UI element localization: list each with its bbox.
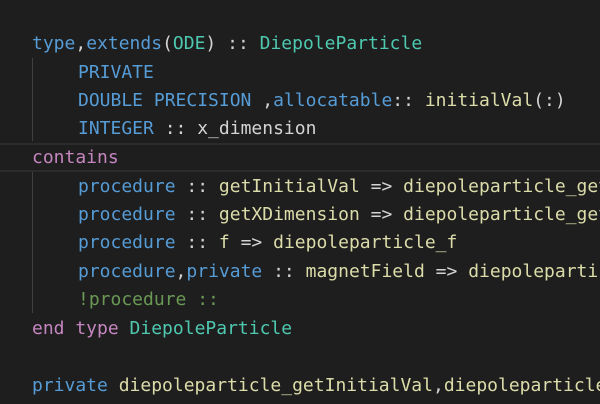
keyword-token: private: [32, 375, 108, 396]
type-token: DiepoleParticle: [129, 318, 293, 339]
keyword-token: procedure: [78, 232, 176, 253]
keyword-token: end type: [32, 318, 119, 339]
punctuation-token: (:): [533, 90, 566, 111]
punctuation-token: ,: [432, 375, 444, 396]
punctuation-token: (: [162, 33, 173, 54]
identifier-token: diepoleparticle_f: [273, 232, 458, 253]
code-text: procedure :: getInitialVal => diepolepar…: [78, 172, 600, 201]
punctuation-token: ,: [175, 261, 187, 282]
identifier-token: initialVal: [424, 90, 534, 111]
punctuation-token: ::: [175, 204, 219, 225]
punctuation-token: ,: [75, 33, 87, 54]
keyword-token: INTEGER: [78, 118, 154, 139]
punctuation-token: =>: [359, 176, 404, 197]
code-line-procedure-f[interactable]: procedure :: f => diepoleparticle_f: [0, 228, 600, 257]
code-line-empty[interactable]: [0, 342, 600, 371]
code-line-procedure-getxdimension[interactable]: procedure :: getXDimension => diepolepar…: [0, 200, 600, 229]
code-text: end type DiepoleParticle: [32, 314, 292, 343]
code-line-end-type[interactable]: end type DiepoleParticle: [0, 314, 600, 343]
code-text: private diepoleparticle_getInitialVal,di…: [32, 371, 600, 400]
punctuation-token: ::: [392, 90, 425, 111]
punctuation-token: ::: [216, 33, 260, 54]
keyword-token: procedure: [78, 204, 176, 225]
punctuation-token: ::: [153, 118, 198, 139]
code-line-initialval[interactable]: DOUBLE PRECISION ,allocatable:: initialV…: [0, 86, 600, 115]
keyword-token: DOUBLE PRECISION: [78, 90, 252, 111]
identifier-token: getInitialVal: [218, 176, 360, 197]
punctuation-token: ): [205, 33, 217, 54]
code-text: type,extends(ODE) :: DiepoleParticle: [32, 29, 422, 58]
code-text: contains: [32, 145, 119, 170]
punctuation-token: ::: [175, 232, 219, 253]
keyword-token: procedure: [78, 176, 176, 197]
keyword-token: PRIVATE: [78, 62, 154, 83]
identifier-token: diepoleparticle_getInitialVal: [403, 176, 600, 197]
punctuation-token: =>: [229, 232, 274, 253]
punctuation-token: ::: [262, 261, 306, 282]
keyword-token: type: [32, 33, 76, 54]
code-line-comment[interactable]: !procedure ::: [0, 285, 600, 314]
identifier-token: diepoleparticle_getInitialVal: [118, 375, 433, 396]
code-text: PRIVATE: [78, 58, 154, 87]
code-text: procedure :: getXDimension => diepolepar…: [78, 200, 600, 229]
punctuation-token: ::: [175, 176, 219, 197]
identifier-token: f: [218, 232, 230, 253]
identifier-token: diepoleparticle_getXDimension: [443, 375, 600, 396]
punctuation-token: ,: [251, 90, 274, 111]
code-line-contains[interactable]: contains: [0, 143, 600, 172]
identifier-token: diepoleparticle_magnetField: [468, 261, 600, 282]
code-text: INTEGER :: x_dimension: [78, 114, 316, 143]
punctuation-token: [119, 318, 130, 339]
code-line-type-declaration[interactable]: type,extends(ODE) :: DiepoleParticle: [0, 29, 600, 58]
keyword-token: procedure: [78, 261, 176, 282]
comment-token: !procedure ::: [78, 289, 219, 310]
punctuation-token: =>: [359, 204, 404, 225]
code-text: !procedure ::: [78, 285, 219, 314]
punctuation-token: [108, 375, 119, 396]
identifier-token: getXDimension: [218, 204, 360, 225]
identifier-token: diepoleparticle_getXDimension: [403, 204, 600, 225]
code-text: procedure,private :: magnetField => diep…: [78, 257, 600, 286]
code-line-procedure-magnetfield[interactable]: procedure,private :: magnetField => diep…: [0, 257, 600, 286]
code-line-procedure-getinitialval[interactable]: procedure :: getInitialVal => diepolepar…: [0, 172, 600, 201]
punctuation-token: =>: [424, 261, 469, 282]
code-text: DOUBLE PRECISION ,allocatable:: initialV…: [78, 86, 566, 115]
type-token: DiepoleParticle: [259, 33, 423, 54]
type-token: ODE: [172, 33, 206, 54]
identifier-token: x_dimension: [197, 118, 317, 139]
code-line-private-list[interactable]: private diepoleparticle_getInitialVal,di…: [0, 371, 600, 400]
keyword-token: contains: [32, 147, 119, 168]
keyword-token: extends: [86, 33, 163, 54]
identifier-token: magnetField: [305, 261, 425, 282]
keyword-token: allocatable: [273, 90, 393, 111]
code-line-x-dimension[interactable]: INTEGER :: x_dimension: [0, 114, 600, 143]
code-line-private[interactable]: PRIVATE: [0, 58, 600, 87]
code-text: procedure :: f => diepoleparticle_f: [78, 228, 457, 257]
code-editor[interactable]: type,extends(ODE) :: DiepoleParticle PRI…: [0, 0, 600, 404]
keyword-token: private: [186, 261, 263, 282]
